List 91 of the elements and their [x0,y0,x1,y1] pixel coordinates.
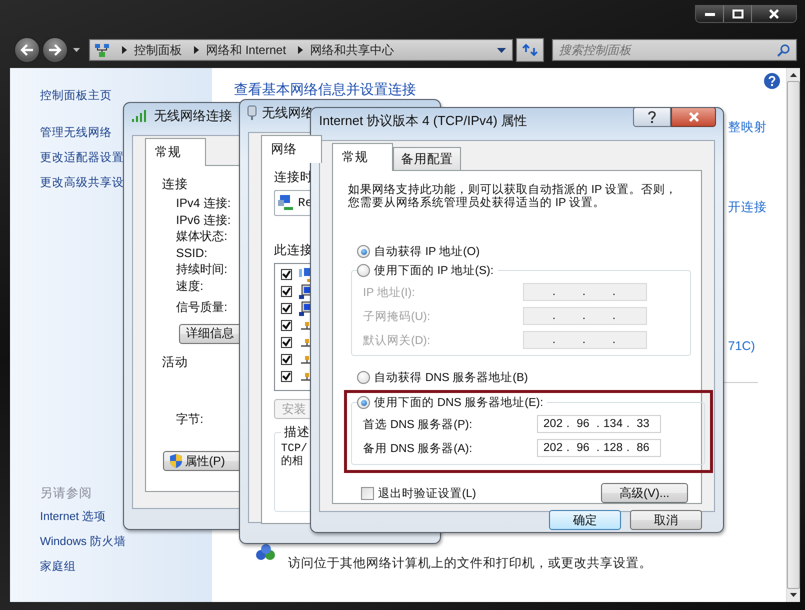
search-box[interactable]: 搜索控制面板 [552,39,797,61]
field-label: 持续时间: [176,261,228,278]
breadcrumb-item[interactable]: 控制面板 [134,42,182,58]
search-field[interactable]: 搜索控制面板 [559,40,777,60]
tab[interactable]: 网络 [261,135,322,163]
field-label: IP 地址(I): [363,286,415,300]
forward-arrow-icon [48,44,62,56]
link[interactable]: 71C) [728,339,756,353]
dropdown-icon[interactable] [497,48,506,52]
section-heading: 另请参阅 [40,485,93,502]
tab[interactable]: 常规 [145,138,206,166]
tab[interactable]: 备用配置 [393,147,461,170]
ip-address-field[interactable]: 202 . 96 . 128 . 86 [537,439,661,457]
close-icon [688,112,700,122]
field-label: 信号质量: [176,299,228,316]
description-text: 访问位于其他网络计算机上的文件和打印机，或更改共享设置。 [288,555,652,572]
forward-button[interactable] [42,37,68,63]
breadcrumb-item[interactable]: 网络和 Internet [206,42,286,58]
radio-button[interactable] [357,371,370,384]
checkbox[interactable] [281,286,292,297]
back-arrow-icon [20,44,34,56]
question-icon [648,111,656,123]
help-icon[interactable] [764,73,780,89]
ip-address-field[interactable]: 202 . 96 . 134 . 33 [537,415,661,433]
help-button[interactable] [633,108,671,127]
sidebar-link[interactable]: 家庭组 [40,555,212,580]
description-text: TCP/ 的相 [281,443,308,469]
shield-icon [170,454,182,468]
search-icon [777,44,790,56]
network-icon [94,42,110,58]
breadcrumb-item[interactable]: 网络和共享中心 [310,42,394,58]
window-title: 无线网络连接 [154,107,232,125]
checkbox[interactable] [281,354,292,365]
chevron-icon[interactable] [194,46,199,54]
checkbox[interactable] [281,269,292,280]
scroll-up-icon[interactable] [790,73,797,77]
sidebar-link[interactable]: Windows 防火墙 [40,530,212,555]
protocol-icon [301,372,313,380]
field-label: 字节: [176,410,204,427]
field-label: 子网掩码(U): [363,310,430,324]
homegroup-icon [255,543,277,563]
address-bar[interactable]: 控制面板 网络和 Internet 网络和共享中心 [89,39,513,61]
description-text: 如果网络支持此功能，则可以获取自动指派的 IP 设置。否则， 您需要从网络系统管理员处获得适当的 IP 设置。 [348,184,678,210]
section-heading: 连接 [162,176,188,193]
adapter-icon [247,105,257,121]
protocol-icon [301,356,313,364]
close-button[interactable] [751,5,796,22]
close-button[interactable] [671,108,716,127]
maximize-icon [732,8,744,18]
dialog-button[interactable]: 确定 [549,510,621,530]
checkbox[interactable] [281,337,292,348]
link[interactable]: 开连接 [728,199,767,216]
field-label: 默认网关(D): [363,334,430,348]
section-heading: 活动 [162,354,188,370]
checkbox[interactable] [281,371,292,382]
chevron-icon[interactable] [298,46,304,54]
dropdown-icon[interactable] [73,48,80,52]
network-adapter-icon [277,194,295,212]
dialog-button[interactable]: 取消 [630,510,702,530]
refresh-icon [522,43,538,57]
field-label: 媒体状态: [176,228,228,244]
field-label: SSID: [176,244,208,261]
protocol-icon [301,338,313,346]
minimize-icon [704,10,716,16]
field-label: 备用 DNS 服务器(A): [363,442,472,456]
minimize-button[interactable] [696,5,723,22]
protocol-icon [301,322,313,330]
radio-button[interactable] [357,264,370,277]
link[interactable]: 整映射 [728,119,767,136]
advanced-button[interactable]: 高级(V)... [601,483,688,503]
checkbox[interactable] [361,486,374,500]
scrollbar[interactable] [786,68,800,602]
checkbox[interactable] [281,303,292,314]
field-label: 首选 DNS 服务器(P): [363,418,472,432]
field-label: IPv4 连接: [176,195,231,212]
radio-button[interactable] [357,245,370,258]
maximize-button[interactable] [723,5,751,22]
tab[interactable]: 常规 [332,143,393,171]
page-heading: 查看基本网络信息并设置连接 [234,81,416,97]
group-title: 描述 [281,424,313,441]
back-button[interactable] [14,37,40,63]
chevron-icon[interactable] [122,46,127,54]
field-label: 速度: [176,278,204,294]
checkbox[interactable] [281,320,292,331]
field-label: IPv6 连接: [176,212,231,228]
close-icon [768,8,780,18]
window-title: Internet 协议版本 4 (TCP/IPv4) 属性 [318,112,528,130]
radio-button[interactable] [357,396,370,409]
signal-icon [131,109,149,123]
scroll-down-icon[interactable] [790,593,797,597]
refresh-button[interactable] [516,38,544,62]
